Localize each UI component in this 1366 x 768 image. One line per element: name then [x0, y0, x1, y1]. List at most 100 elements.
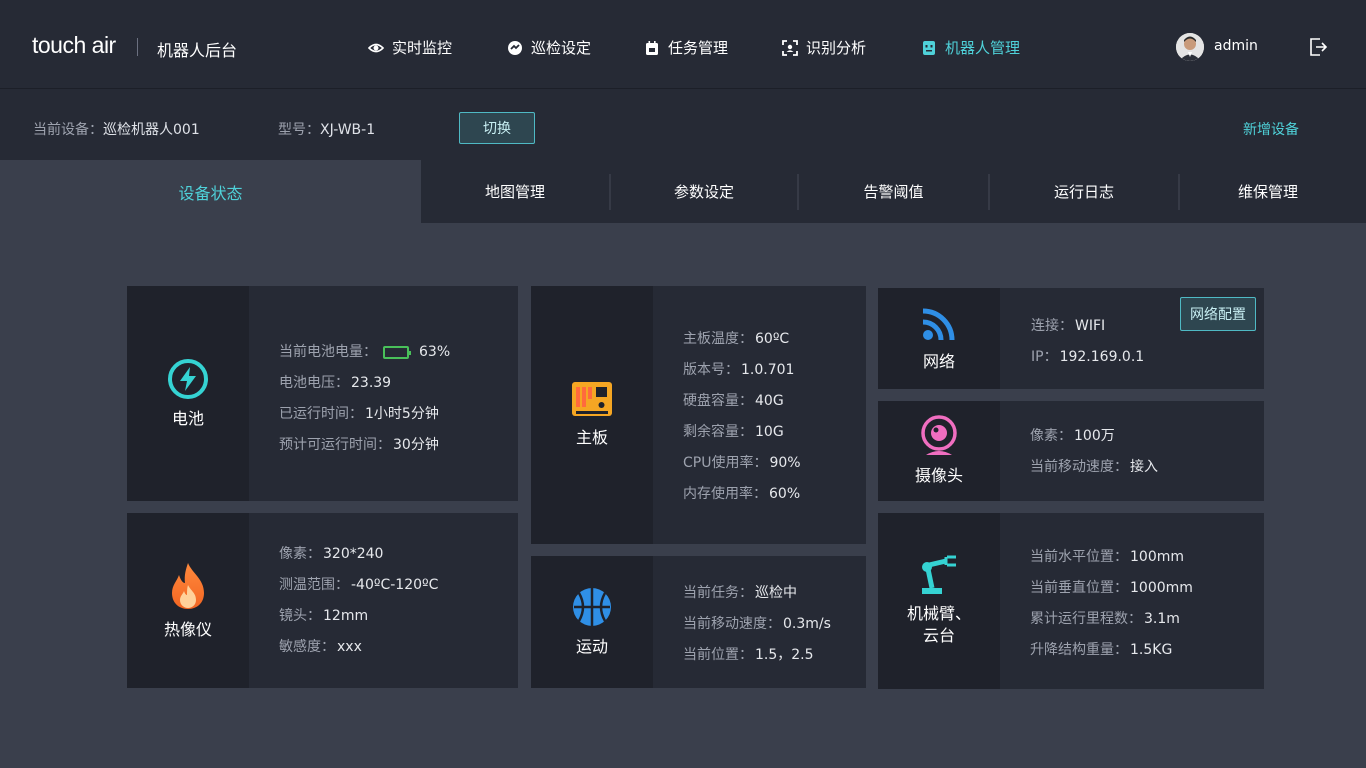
mainboard-card: 主板 主板温度： 60ºC 版本号： 1.0.701 硬盘容量： 40G 剩余容量： 1…: [531, 286, 866, 544]
user-avatar-icon: [1176, 33, 1204, 61]
info-value: xxx: [337, 639, 362, 655]
info-value: 10G: [755, 424, 784, 440]
info-value: 30分钟: [393, 437, 439, 453]
motion-card-side: 运动: [531, 556, 653, 688]
info-row: 当前水平位置： 100mm: [1030, 542, 1193, 573]
info-label: 内存使用率：: [683, 486, 767, 502]
info-value: 1小时5分钟: [365, 406, 439, 422]
info-row: 预计可运行时间： 30分钟: [279, 430, 450, 461]
current-device-label: 当前设备：: [33, 122, 103, 138]
thermal-card-side: 热像仪: [127, 513, 249, 688]
avatar[interactable]: [1176, 33, 1204, 61]
info-label: 升降结构重量：: [1030, 642, 1128, 658]
mainboard-title: 主板: [575, 428, 608, 447]
info-row: 内存使用率： 60%: [683, 479, 801, 510]
battery-title: 电池: [171, 408, 204, 428]
mainboard-card-side: 主板: [531, 286, 653, 544]
nav-item-recognition-analysis[interactable]: 识别分析: [782, 37, 866, 58]
info-label: 已运行时间：: [279, 406, 363, 422]
battery-level-value: 63%: [419, 344, 451, 360]
battery-info: 当前电池电量： 63% 电池电压： 23.39 已运行时间： 1小时5分钟 预计可运…: [279, 337, 450, 461]
switch-device-button[interactable]: 切换: [459, 112, 535, 144]
info-label: 电池电压：: [279, 375, 349, 391]
info-label: 预计可运行时间：: [279, 437, 391, 453]
tab-parameter-settings[interactable]: 参数设定: [611, 160, 797, 223]
info-row: IP： 192.169.0.1: [1031, 342, 1144, 373]
battery-level-icon: [383, 346, 411, 359]
info-row: 剩余容量： 10G: [683, 417, 801, 448]
nav-label: 任务管理: [668, 39, 729, 57]
info-row: 连接： WIFI: [1031, 311, 1144, 342]
info-row: 测温范围： -40ºC-120ºC: [279, 570, 438, 601]
info-value: 0.3m/s: [783, 616, 831, 632]
info-row: 当前位置： 1.5，2.5: [683, 640, 831, 671]
robot-arm-card-side: 机械臂、 云台: [878, 513, 1000, 689]
info-label: 剩余容量：: [683, 424, 753, 440]
app-title: 机器人后台: [157, 41, 238, 60]
robot-arm-card: 机械臂、 云台 当前水平位置： 100mm 当前垂直位置： 1000mm 累计运行里…: [878, 513, 1264, 689]
webcam-icon: [921, 415, 957, 455]
network-title: 网络: [922, 351, 955, 371]
info-label: 测温范围：: [279, 577, 349, 593]
info-label: 镜头：: [279, 608, 321, 624]
nav-label: 识别分析: [806, 39, 867, 57]
info-label: 当前垂直位置：: [1030, 580, 1128, 596]
info-label: 连接：: [1031, 318, 1073, 334]
robot-arm-title-line2: 云台: [922, 626, 955, 645]
top-navigation-bar: touch air 机器人后台 实时监控 巡检设定 任务管理 识别分析 机器人管…: [0, 0, 1366, 88]
info-label: 敏感度：: [279, 639, 335, 655]
tab-bar: 设备状态 地图管理 参数设定 告警阈值 运行日志 维保管理: [0, 160, 1366, 223]
tab-map-management[interactable]: 地图管理: [421, 160, 609, 223]
battery-card: 电池 当前电池电量： 63% 电池电压： 23.39 已运行时间： 1小时5分钟 预…: [127, 286, 518, 501]
tab-maintenance[interactable]: 维保管理: [1180, 160, 1356, 223]
info-value: 23.39: [351, 375, 392, 391]
username[interactable]: admin: [1214, 38, 1258, 54]
nav-label: 机器人管理: [945, 39, 1021, 57]
info-row: 镜头： 12mm: [279, 601, 438, 632]
battery-lightning-icon: [168, 358, 208, 399]
current-device-value: 巡检机器人001: [103, 122, 200, 138]
tab-run-log[interactable]: 运行日志: [990, 160, 1178, 223]
logo-divider: [137, 38, 138, 56]
info-value: 巡检中: [755, 585, 797, 601]
motion-info: 当前任务： 巡检中 当前移动速度： 0.3m/s 当前位置： 1.5，2.5: [683, 578, 831, 671]
network-card: 网络 连接： WIFI IP： 192.169.0.1 网络配置: [878, 288, 1264, 389]
tab-alarm-threshold[interactable]: 告警阈值: [799, 160, 988, 223]
info-row: 累计运行里程数： 3.1m: [1030, 604, 1193, 635]
device-bar: 当前设备：巡检机器人001 型号：XJ-WB-1 切换 新增设备: [0, 88, 1366, 160]
eye-icon: [368, 43, 384, 52]
info-value: 320*240: [323, 546, 384, 562]
nav-item-realtime-monitor[interactable]: 实时监控: [368, 37, 452, 58]
network-card-side: 网络: [878, 288, 1000, 389]
info-row: 敏感度： xxx: [279, 632, 438, 663]
info-value: 192.169.0.1: [1059, 349, 1145, 365]
info-row: 版本号： 1.0.701: [683, 355, 801, 386]
info-row: 像素： 100万: [1030, 421, 1158, 452]
info-row: 已运行时间： 1小时5分钟: [279, 399, 450, 430]
add-device-link[interactable]: 新增设备: [1243, 119, 1299, 139]
device-model: 型号：XJ-WB-1: [278, 119, 375, 139]
network-info: 连接： WIFI IP： 192.169.0.1: [1031, 311, 1144, 373]
camera-card: 摄像头 像素： 100万 当前移动速度： 接入: [878, 401, 1264, 501]
mainboard-info: 主板温度： 60ºC 版本号： 1.0.701 硬盘容量： 40G 剩余容量： 10G …: [683, 324, 801, 510]
face-scan-icon: [782, 39, 798, 56]
info-value: 100mm: [1130, 549, 1184, 565]
tab-device-status[interactable]: 设备状态: [0, 160, 421, 223]
current-device: 当前设备：巡检机器人001: [33, 119, 200, 139]
info-label: 当前位置：: [683, 647, 753, 663]
info-row: CPU使用率： 90%: [683, 448, 801, 479]
info-value: 60ºC: [755, 331, 790, 347]
nav-label: 巡检设定: [531, 39, 592, 57]
model-value: XJ-WB-1: [320, 122, 376, 138]
info-row: 当前移动速度： 接入: [1030, 452, 1158, 483]
info-label: 像素：: [279, 546, 321, 562]
nav-item-patrol-settings[interactable]: 巡检设定: [507, 37, 591, 58]
nav-item-task-management[interactable]: 任务管理: [644, 37, 728, 58]
info-value: 接入: [1130, 459, 1158, 475]
nav-item-robot-management[interactable]: 机器人管理: [921, 37, 1020, 58]
info-label: 像素：: [1030, 428, 1072, 444]
logout-icon[interactable]: [1308, 37, 1328, 57]
info-label: IP：: [1031, 349, 1058, 365]
robot-arm-icon: [922, 555, 956, 594]
network-config-button[interactable]: 网络配置: [1180, 297, 1256, 331]
